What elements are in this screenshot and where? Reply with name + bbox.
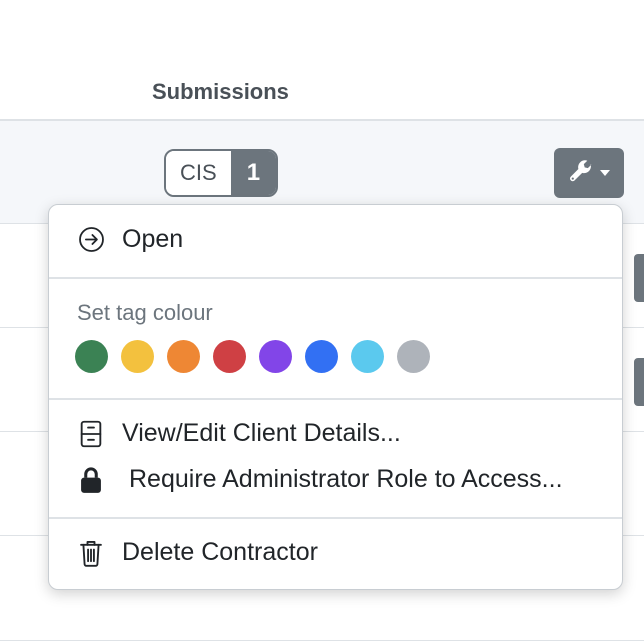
top-bar — [0, 0, 644, 65]
submission-count: 1 — [230, 151, 277, 195]
row-actions-button[interactable] — [554, 148, 624, 198]
trash-icon — [77, 539, 105, 567]
menu-item-delete-contractor[interactable]: Delete Contractor — [77, 538, 318, 567]
menu-item-label: Require Administrator Role to Access... — [129, 465, 563, 493]
row-actions-button[interactable] — [634, 358, 644, 406]
arrow-circle-right-icon — [77, 226, 105, 254]
tag-colour-swatch[interactable] — [213, 340, 246, 373]
tag-colour-swatch[interactable] — [167, 340, 200, 373]
lock-icon — [77, 466, 105, 494]
tag-colour-swatch[interactable] — [397, 340, 430, 373]
tag-colour-heading: Set tag colour — [77, 300, 213, 325]
tag-colour-swatch[interactable] — [305, 340, 338, 373]
row-actions-menu: Open Set tag colour View/Edit Client Det… — [48, 204, 623, 590]
menu-item-label: Delete Contractor — [122, 538, 318, 566]
menu-divider — [49, 517, 622, 519]
submissions-badge[interactable]: CIS 1 — [164, 149, 279, 197]
menu-divider — [49, 398, 622, 400]
tag-colour-swatch[interactable] — [75, 340, 108, 373]
column-header-submissions: Submissions — [152, 79, 289, 104]
menu-item-view-edit-client[interactable]: View/Edit Client Details... — [77, 419, 401, 448]
table-header: Submissions — [0, 64, 644, 121]
menu-divider — [49, 277, 622, 279]
menu-item-require-admin[interactable]: Require Administrator Role to Access... — [77, 465, 563, 494]
chevron-down-icon — [600, 170, 610, 176]
tag-colour-swatch[interactable] — [259, 340, 292, 373]
tag-colour-swatch[interactable] — [121, 340, 154, 373]
tag-colour-swatch[interactable] — [351, 340, 384, 373]
row-actions-button[interactable] — [634, 254, 644, 302]
file-cabinet-icon — [77, 420, 105, 448]
menu-item-open[interactable]: Open — [77, 225, 183, 254]
tag-colour-swatches — [75, 340, 430, 373]
menu-item-label: Open — [122, 225, 184, 253]
submission-type-label: CIS — [166, 151, 231, 195]
menu-item-label: View/Edit Client Details... — [122, 419, 401, 447]
wrench-icon — [568, 158, 594, 189]
